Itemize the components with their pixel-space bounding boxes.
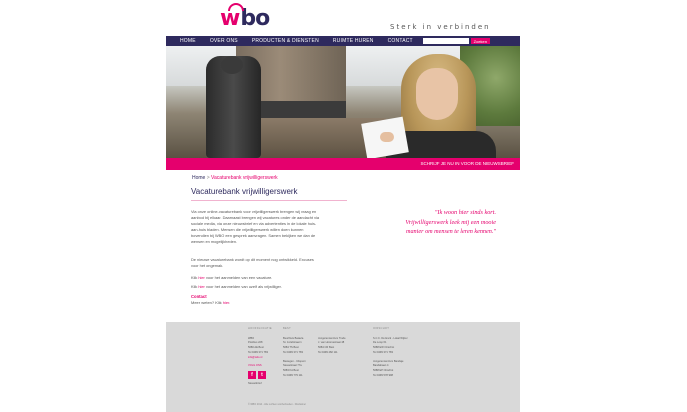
footer-col-hoofdlocatie: Hoofdlocatie WBO Postbus 228 5680 AE Bes… bbox=[248, 327, 272, 387]
contact-heading: Contact bbox=[191, 294, 207, 299]
breadcrumb-home[interactable]: Home bbox=[192, 175, 205, 181]
logo-w: w bbox=[220, 6, 240, 31]
hero-photo bbox=[166, 46, 520, 158]
contact-line: Meer weten? Klik hier. bbox=[191, 300, 231, 305]
tagline: Sterk in verbinden bbox=[390, 23, 491, 31]
copyright-notice: © WBO 2014 - Alle rechten voorbehouden -… bbox=[248, 403, 306, 406]
wbo-logo[interactable]: w bo bbox=[220, 3, 272, 32]
title-divider bbox=[191, 200, 347, 201]
search-button[interactable]: Zoeken bbox=[470, 38, 490, 44]
footer-email-link[interactable]: info@wbo.nl bbox=[248, 356, 272, 361]
footer-col-oirschot: Oirschot S.C.C. De Enck - Lokal Wijzer D… bbox=[373, 327, 408, 377]
footer-heading: Hoofdlocatie bbox=[248, 327, 272, 330]
breadcrumb: Home > Vacaturebank vrijwilligerswerk bbox=[192, 175, 278, 181]
social-links: f t bbox=[248, 370, 272, 379]
search-input[interactable] bbox=[422, 38, 469, 44]
footer-heading bbox=[318, 327, 346, 332]
footer: Hoofdlocatie WBO Postbus 228 5680 AE Bes… bbox=[166, 322, 520, 412]
nav-item-over-ons[interactable]: OVER ONS bbox=[210, 38, 238, 44]
footer-heading: Oirschot bbox=[373, 327, 390, 330]
intro-paragraph: Via onze online-vacaturebank voor vrijwi… bbox=[191, 209, 320, 245]
testimonial-quote: "Ik woon hier sinds kort. Vrijwilligersw… bbox=[405, 209, 496, 236]
follow-us-heading: Volg ons bbox=[248, 364, 262, 368]
volunteer-portrait bbox=[416, 68, 458, 120]
nav-item-ruimte-huren[interactable]: RUIMTE HUREN bbox=[333, 38, 374, 44]
twitter-icon[interactable]: t bbox=[258, 370, 266, 379]
page-title: Vacaturebank vrijwilligerswerk bbox=[191, 187, 298, 196]
logo-bo: bo bbox=[240, 6, 270, 31]
newsletter-banner: SCHRIJF JE NU IN VOOR DE NIEUWSBRIEF bbox=[166, 158, 520, 170]
nav-item-contact[interactable]: CONTACT bbox=[388, 38, 413, 44]
footer-col-best: Best Buurthuis Batavia St. Jozefstraat 1… bbox=[283, 327, 306, 377]
footer-heading: Best bbox=[283, 327, 291, 330]
nav-item-producten-diensten[interactable]: PRODUCTEN & DIENSTEN bbox=[252, 38, 319, 44]
main-navigation: HOME OVER ONS PRODUCTEN & DIENSTEN RUIMT… bbox=[166, 36, 520, 46]
notice-paragraph: De nieuwe vacaturebank wordt op dit mome… bbox=[191, 257, 314, 269]
breadcrumb-current[interactable]: Vacaturebank vrijwilligerswerk bbox=[211, 175, 278, 181]
newsletter-signup-link[interactable]: SCHRIJF JE NU IN VOOR DE NIEUWSBRIEF bbox=[420, 161, 514, 166]
logo-swirl-icon bbox=[228, 3, 244, 11]
nav-item-home[interactable]: HOME bbox=[180, 38, 196, 44]
search-form: Zoeken bbox=[422, 38, 490, 44]
footer-newsletter-link[interactable]: Nieuwsbrief bbox=[248, 382, 272, 387]
facebook-icon[interactable]: f bbox=[248, 370, 256, 379]
footer-col-best-2: Jongerencentrum Trude J. van Hoornestraa… bbox=[318, 327, 346, 356]
vacancy-register-line: Klik hier voor het aanmelden van een vac… bbox=[191, 275, 273, 280]
volunteer-register-line: Klik hier voor het aanmelden van uzelf a… bbox=[191, 284, 282, 289]
